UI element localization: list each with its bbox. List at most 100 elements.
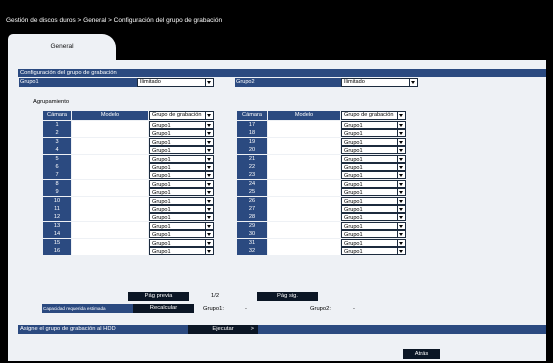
group2-capacity-select[interactable]: Ilimitado (341, 78, 418, 87)
tab-general[interactable]: General (8, 34, 116, 60)
group1-capacity-value: - (245, 306, 247, 312)
prev-page-button[interactable]: Pág previa (128, 292, 189, 301)
chevron-down-icon (205, 222, 213, 229)
right-model-header: Modelo (268, 111, 340, 120)
recording-group-select[interactable]: Grupo1 (341, 188, 406, 197)
camera-model-cell (72, 179, 148, 188)
camera-number: 8 (43, 179, 71, 188)
recording-group-select[interactable]: Grupo1 (341, 230, 406, 239)
chevron-down-icon (397, 122, 405, 128)
camera-model-cell (72, 121, 148, 129)
camera-number: 15 (43, 238, 71, 247)
chevron-down-icon (205, 79, 213, 86)
camera-number: 14 (43, 230, 71, 239)
camera-model-cell (268, 221, 340, 230)
recording-group-select[interactable]: Grupo1 (341, 146, 406, 155)
recording-group-select[interactable]: Grupo1 (341, 129, 406, 138)
recording-group-select[interactable]: Grupo1 (341, 137, 406, 146)
chevron-down-icon (397, 138, 405, 145)
recording-group-select[interactable]: Grupo1 (341, 196, 406, 205)
chevron-down-icon (397, 147, 405, 154)
chevron-down-icon (205, 138, 213, 145)
group2-label: Grupo2 (235, 78, 341, 87)
recording-group-select[interactable]: Grupo1 (341, 179, 406, 188)
recording-group-select[interactable]: Grupo1 (149, 129, 214, 138)
camera-number: 23 (237, 171, 267, 180)
recording-group-select[interactable]: Grupo1 (149, 205, 214, 213)
camera-model-cell (268, 196, 340, 205)
camera-model-cell (268, 146, 340, 155)
recording-group-select[interactable]: Grupo1 (149, 137, 214, 146)
recalculate-button[interactable]: Recalcular (133, 304, 194, 313)
recording-group-select[interactable]: Grupo1 (149, 188, 214, 197)
back-button[interactable]: Atrás (403, 349, 440, 359)
chevron-right-icon: > (250, 326, 254, 332)
camera-model-cell (72, 171, 148, 180)
chevron-down-icon (397, 130, 405, 137)
camera-number: 20 (237, 146, 267, 155)
camera-model-cell (72, 163, 148, 171)
tab-label: General (50, 43, 74, 50)
chevron-down-icon (205, 172, 213, 179)
chevron-down-icon (205, 155, 213, 162)
camera-number: 19 (237, 137, 267, 146)
recording-group-select[interactable]: Grupo1 (341, 205, 406, 213)
chevron-down-icon (205, 214, 213, 221)
section-title: Configuración del grupo de grabación (18, 69, 546, 77)
recording-group-select[interactable]: Grupo1 (149, 196, 214, 205)
group1-capacity-select[interactable]: Ilimitado (137, 78, 214, 87)
right-group-header-select[interactable]: Grupo de grabación (341, 111, 406, 120)
recording-group-select[interactable]: Grupo1 (341, 121, 406, 129)
camera-model-cell (72, 188, 148, 197)
recording-group-select[interactable]: Grupo1 (149, 154, 214, 163)
execute-button[interactable]: Ejecutar > (188, 325, 258, 334)
camera-number: 21 (237, 154, 267, 163)
next-page-button[interactable]: Pág sig. (257, 292, 318, 301)
camera-number: 2 (43, 129, 71, 138)
chevron-down-icon (205, 197, 213, 204)
recording-group-select[interactable]: Grupo1 (149, 121, 214, 129)
recording-group-select[interactable]: Grupo1 (149, 247, 214, 255)
camera-number: 3 (43, 137, 71, 146)
grouping-title: Agrupamiento (33, 99, 70, 105)
recording-group-select[interactable]: Grupo1 (341, 163, 406, 171)
recording-group-select[interactable]: Grupo1 (341, 247, 406, 255)
recording-group-select[interactable]: Grupo1 (149, 179, 214, 188)
recording-group-select[interactable]: Grupo1 (149, 146, 214, 155)
group2-capacity-value: - (353, 306, 355, 312)
chevron-down-icon (205, 130, 213, 137)
camera-number: 6 (43, 163, 71, 171)
camera-number: 29 (237, 221, 267, 230)
left-group-header-select[interactable]: Grupo de grabación (149, 111, 214, 120)
recording-group-select[interactable]: Grupo1 (341, 238, 406, 247)
recording-group-select[interactable]: Grupo1 (149, 238, 214, 247)
recording-group-select[interactable]: Grupo1 (149, 171, 214, 180)
group2-capacity-label: Grupo2: (310, 306, 331, 312)
camera-model-cell (72, 196, 148, 205)
camera-model-cell (268, 188, 340, 197)
recording-group-select[interactable]: Grupo1 (149, 163, 214, 171)
camera-number: 27 (237, 205, 267, 213)
recording-group-select[interactable]: Grupo1 (149, 221, 214, 230)
chevron-down-icon (205, 147, 213, 154)
recording-group-select[interactable]: Grupo1 (341, 171, 406, 180)
chevron-down-icon (397, 112, 405, 119)
camera-number: 25 (237, 188, 267, 197)
recording-group-select[interactable]: Grupo1 (341, 221, 406, 230)
recording-group-select[interactable]: Grupo1 (149, 230, 214, 239)
camera-model-cell (72, 154, 148, 163)
camera-number: 4 (43, 146, 71, 155)
camera-number: 17 (237, 121, 267, 129)
recording-group-select[interactable]: Grupo1 (149, 213, 214, 222)
page-indicator: 1/2 (211, 293, 220, 299)
camera-model-cell (268, 230, 340, 239)
breadcrumb: Gestión de discos duros > General > Conf… (6, 17, 223, 24)
chevron-down-icon (397, 172, 405, 179)
recording-group-select[interactable]: Grupo1 (341, 154, 406, 163)
camera-model-cell (268, 205, 340, 213)
chevron-down-icon (397, 206, 405, 212)
chevron-down-icon (205, 112, 213, 119)
chevron-down-icon (397, 239, 405, 246)
chevron-down-icon (205, 180, 213, 187)
recording-group-select[interactable]: Grupo1 (341, 213, 406, 222)
